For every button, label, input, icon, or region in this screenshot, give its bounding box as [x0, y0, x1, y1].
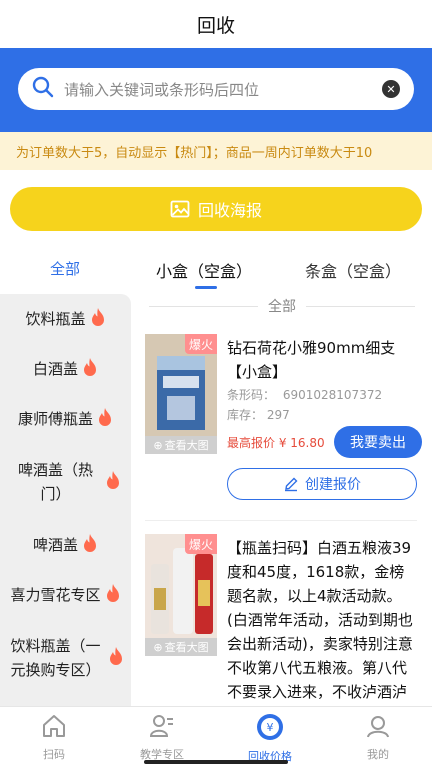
list-item[interactable]: 爆火 ⊕ 查看大图 钻石荷花小雅90mm细支【小盒】 条形码： 69010281…	[145, 334, 422, 504]
list-item[interactable]: 爆火 ⊕ 查看大图 【瓶盖扫码】白酒五粮液39度和45度，1618款，金榜题名款…	[145, 534, 419, 706]
product-name: 【瓶盖扫码】白酒五粮液39度和45度，1618款，金榜题名款，以上4款活动款。(…	[227, 539, 413, 701]
sidebar-item-label: 喜力雪花专区	[10, 586, 101, 604]
home-icon	[41, 713, 67, 743]
notice-text: 为订单数大于5，自动显示【热门】；商品一周内订单数大于10	[16, 145, 373, 161]
sidebar-item-label: 饮料瓶盖	[25, 310, 86, 328]
sidebar-item-label: 饮料瓶盖（一元换购专区）	[10, 637, 101, 679]
stock-label: 库存：	[227, 408, 264, 422]
search-area: 请输入关键词或条形码后四位 ✕	[0, 48, 432, 132]
search-input[interactable]: 请输入关键词或条形码后四位 ✕	[18, 68, 414, 110]
tab-small-box[interactable]: 小盒（空盒）	[156, 258, 252, 282]
product-image[interactable]: 爆火	[145, 534, 217, 642]
fire-icon	[97, 407, 113, 431]
hot-badge: 爆火	[185, 334, 217, 354]
sidebar-item-master-kong-caps[interactable]: 康师傅瓶盖	[0, 394, 131, 444]
divider	[306, 305, 415, 307]
nav-item-teaching[interactable]: 教学专区	[108, 707, 216, 768]
max-price: 最高报价 ¥ 16.80	[227, 436, 325, 450]
view-large-label: 查看大图	[164, 641, 209, 654]
recycle-poster-label: 回收海报	[197, 201, 262, 220]
search-placeholder: 请输入关键词或条形码后四位	[64, 80, 260, 99]
fire-icon	[105, 470, 121, 494]
view-large-image-button[interactable]: ⊕ 查看大图	[145, 638, 217, 656]
sidebar-item-beer-caps[interactable]: 啤酒盖	[0, 520, 131, 570]
category-sidebar: 饮料瓶盖 白酒盖 康师傅瓶盖 啤酒盖（热门） 啤酒盖 喜力雪花专区 饮料瓶盖（一…	[0, 294, 131, 706]
fire-icon	[82, 533, 98, 557]
stock-value: 297	[266, 408, 290, 422]
tab-carton-box[interactable]: 条盒（空盒）	[305, 258, 401, 282]
hot-badge: 爆火	[185, 534, 217, 554]
create-quote-label: 创建报价	[305, 477, 361, 493]
fire-icon	[105, 583, 121, 607]
sidebar-item-label: 啤酒盖（热门）	[17, 461, 93, 503]
notice-bar: 为订单数大于5，自动显示【热门】；商品一周内订单数大于10	[0, 132, 432, 170]
search-icon	[32, 76, 54, 102]
sidebar-item-heineken-snow[interactable]: 喜力雪花专区	[0, 570, 131, 620]
clear-icon[interactable]: ✕	[382, 80, 400, 98]
nav-label: 我的	[367, 748, 389, 761]
barcode-value: 6901028107372	[282, 388, 383, 402]
section-title: 全部	[268, 299, 296, 315]
category-tabs: 全部 小盒（空盒） 条盒（空盒）	[0, 250, 432, 290]
sidebar-item-liquor-caps[interactable]: 白酒盖	[0, 344, 131, 394]
fire-icon	[108, 646, 124, 670]
bottom-nav: 扫码 教学专区 ¥ 回收价格 我的	[0, 706, 432, 768]
nav-item-recycle-price[interactable]: ¥ 回收价格	[216, 707, 324, 768]
image-icon	[170, 199, 190, 219]
product-image[interactable]: 爆火	[145, 334, 217, 442]
nav-item-scan[interactable]: 扫码	[0, 707, 108, 768]
svg-text:¥: ¥	[267, 721, 274, 734]
sidebar-item-label: 康师傅瓶盖	[17, 410, 93, 428]
sidebar-item-beer-caps-hot[interactable]: 啤酒盖（热门）	[0, 444, 131, 520]
nav-label: 扫码	[43, 748, 65, 761]
zoom-icon: ⊕	[153, 438, 163, 452]
recycle-poster-button[interactable]: 回收海报	[10, 187, 422, 231]
barcode-label: 条形码：	[227, 388, 276, 402]
section-header: 全部	[149, 296, 415, 316]
teacher-icon	[149, 713, 175, 743]
zoom-icon: ⊕	[153, 640, 163, 654]
title-bar: 回收	[0, 0, 432, 48]
tab-all[interactable]: 全部	[50, 258, 80, 279]
fire-icon	[82, 357, 98, 381]
user-icon	[365, 713, 391, 743]
sidebar-item-label: 啤酒盖	[32, 536, 78, 554]
create-quote-button[interactable]: 创建报价	[227, 468, 417, 500]
sell-button[interactable]: 我要卖出	[334, 426, 422, 458]
fire-icon	[90, 307, 106, 331]
yen-coin-icon: ¥	[256, 713, 284, 745]
sidebar-item-drink-caps[interactable]: 饮料瓶盖	[0, 294, 131, 344]
divider	[145, 520, 417, 521]
sidebar-item-drink-caps-exchange[interactable]: 饮料瓶盖（一元换购专区）	[0, 620, 131, 696]
divider	[149, 305, 258, 307]
nav-item-mine[interactable]: 我的	[324, 707, 432, 768]
view-large-label: 查看大图	[164, 439, 209, 452]
product-stock: 库存： 297	[227, 406, 290, 423]
product-barcode: 条形码： 6901028107372	[227, 386, 382, 403]
page-title: 回收	[196, 14, 235, 37]
sidebar-item-label: 白酒盖	[32, 360, 78, 378]
home-indicator	[144, 760, 288, 764]
edit-icon	[283, 476, 299, 492]
view-large-image-button[interactable]: ⊕ 查看大图	[145, 436, 217, 454]
tab-active-indicator	[195, 286, 217, 289]
product-name: 钻石荷花小雅90mm细支【小盒】	[227, 339, 396, 381]
product-list: 全部 爆火 ⊕ 查看大图 钻石荷花小雅90mm细支【小盒】 条形码： 69010…	[131, 294, 432, 706]
